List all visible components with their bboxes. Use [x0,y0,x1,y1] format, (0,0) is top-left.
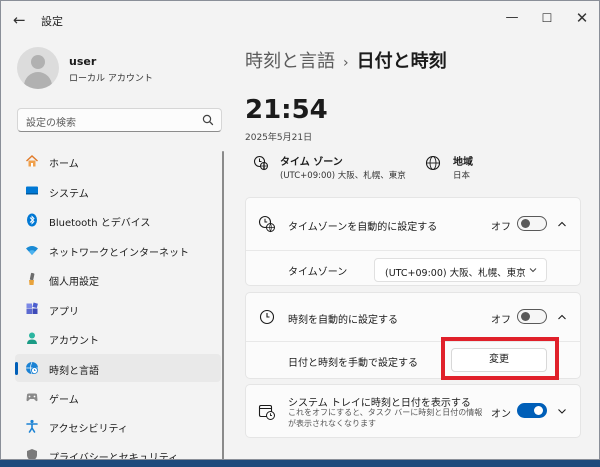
timezone-select-value: (UTC+09:00) 大阪、札幌、東京 [385,268,526,279]
avatar[interactable] [17,47,59,89]
tray-description: これをオフにすると、タスク バーに時刻と日付の情報が表示されなくなります [288,408,483,428]
sidebar-item-label: アカウント [49,336,99,347]
sidebar-item-apps[interactable]: アプリ [15,295,221,323]
sidebar-item-home[interactable]: ホーム [15,147,221,175]
globe-icon [425,155,441,171]
user-name: user [69,55,97,68]
current-date: 2025年5月21日 [245,133,313,143]
tray-toggle[interactable] [517,403,547,418]
tray-state: オン [491,409,511,420]
auto-time-state: オフ [491,315,511,326]
sidebar-item-label: ネットワークとインターネット [49,248,189,259]
calendar-clock-icon [258,404,275,420]
sidebar-item-time-language[interactable]: 時刻と言語 [15,354,221,382]
page-title: 日付と時刻 [356,51,447,72]
sidebar-item-system[interactable]: システム [15,177,221,205]
bluetooth-icon [27,213,37,227]
sidebar-item-label: ゲーム [49,395,79,406]
toggle-knob [521,312,530,321]
maximize-button[interactable]: ☐ [534,7,560,29]
region-value: 日本 [453,171,471,181]
sidebar-item-privacy[interactable]: プライバシーとセキュリティ [15,441,221,460]
timezone-card: タイムゾーンを自動的に設定する オフ タイムゾーン (UTC+09:00) 大阪… [245,197,581,286]
system-icon [26,186,38,195]
sidebar-item-label: システム [49,189,89,200]
timezone-row: タイムゾーン (UTC+09:00) 大阪、札幌、東京 [246,251,580,286]
chevron-down-icon [529,268,537,273]
shield-icon [27,449,37,459]
settings-window: ← 設定 — ☐ ✕ user ローカル アカウント 設定の検索 ホーム システ… [0,0,600,460]
sidebar-item-label: プライバシーとセキュリティ [49,453,179,460]
sidebar-item-label: ホーム [49,159,79,170]
avatar-body [24,72,52,89]
search-icon[interactable] [201,113,215,127]
tray-card: システム トレイに時刻と日付を表示する これをオフにすると、タスク バーに時刻と… [245,384,581,438]
gamepad-icon [26,393,38,402]
auto-time-label: 時刻を自動的に設定する [288,315,398,326]
sidebar-item-bluetooth[interactable]: Bluetooth とデバイス [15,206,221,234]
sidebar-item-accounts[interactable]: アカウント [15,324,221,352]
account-icon [27,332,37,344]
sidebar-item-label: Bluetooth とデバイス [49,218,151,229]
toggle-knob [521,219,530,228]
timezone-auto-icon [258,215,275,233]
brush-icon [29,272,35,285]
auto-time-toggle[interactable] [517,309,547,324]
account-type: ローカル アカウント [69,74,153,84]
time-language-icon [26,361,38,375]
current-time: 21:54 [245,95,328,125]
search-input[interactable]: 設定の検索 [26,114,76,129]
sidebar-item-gaming[interactable]: ゲーム [15,383,221,411]
close-button[interactable]: ✕ [569,7,595,29]
auto-time-row[interactable]: 時刻を自動的に設定する オフ [246,293,580,341]
minimize-button[interactable]: — [499,7,525,29]
apps-icon [26,302,38,314]
timezone-clock-icon [253,155,268,171]
title-bar: ← 設定 — ☐ ✕ [1,1,599,39]
clock-icon [259,309,275,325]
auto-timezone-toggle[interactable] [517,216,547,231]
timezone-value: (UTC+09:00) 大阪、札幌、東京 [280,171,406,181]
highlight-box [441,337,559,380]
toggle-knob [534,406,543,415]
breadcrumb-parent[interactable]: 時刻と言語 [245,51,335,72]
timezone-title: タイム ゾーン [280,157,343,168]
back-button[interactable]: ← [13,11,33,29]
sidebar-item-label: 個人用設定 [49,277,99,288]
timezone-select[interactable]: (UTC+09:00) 大阪、札幌、東京 [374,258,547,282]
sidebar-item-network[interactable]: ネットワークとインターネット [15,236,221,264]
active-indicator [15,362,18,375]
breadcrumb: 時刻と言語 › 日付と時刻 [245,47,447,73]
timezone-label: タイムゾーン [288,267,348,278]
chevron-up-icon[interactable] [556,311,568,323]
breadcrumb-separator: › [343,55,349,71]
sidebar-item-accessibility[interactable]: アクセシビリティ [15,412,221,440]
auto-timezone-row[interactable]: タイムゾーンを自動的に設定する オフ [246,198,580,250]
auto-timezone-state: オフ [491,222,511,233]
chevron-up-icon[interactable] [556,218,568,230]
search-box[interactable]: 設定の検索 [17,108,222,132]
wifi-icon [26,246,38,255]
sidebar-item-personalization[interactable]: 個人用設定 [15,265,221,293]
region-title: 地域 [453,157,473,168]
sidebar-item-label: 時刻と言語 [49,366,99,377]
home-icon [26,155,38,167]
app-title: 設定 [41,15,63,28]
auto-timezone-label: タイムゾーンを自動的に設定する [288,222,438,233]
sidebar-item-label: アプリ [49,307,79,318]
tray-row[interactable]: システム トレイに時刻と日付を表示する これをオフにすると、タスク バーに時刻と… [246,385,580,437]
sidebar-scrollbar[interactable] [222,151,224,459]
manual-time-label: 日付と時刻を手動で設定する [288,358,418,369]
chevron-down-icon[interactable] [556,405,568,417]
sidebar-item-label: アクセシビリティ [49,424,128,435]
avatar-head [31,55,45,69]
accessibility-icon [26,419,38,433]
